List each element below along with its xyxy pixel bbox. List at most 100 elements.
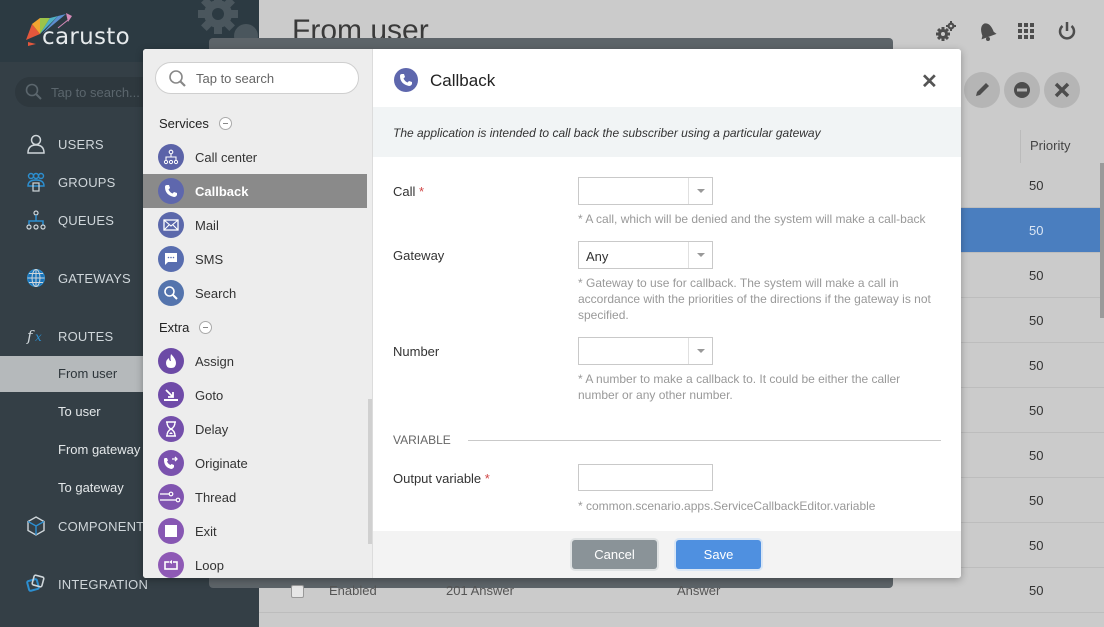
- number-hint: * A number to make a callback to. It cou…: [578, 372, 901, 402]
- row-priority: 50: [1029, 403, 1044, 418]
- integration-icon: [26, 574, 45, 592]
- palette-group-label: Services: [159, 116, 209, 131]
- chevron-down-icon[interactable]: [688, 178, 712, 204]
- gateway-select-value: Any: [586, 249, 609, 264]
- close-button[interactable]: ✕: [921, 69, 938, 94]
- row-name: 201 Answer: [446, 583, 514, 598]
- palette-item-label: Exit: [195, 524, 217, 539]
- palette-group-services[interactable]: Services: [159, 116, 232, 131]
- description-text: The application is intended to call back…: [393, 126, 821, 140]
- sidebar-subitem-label: From gateway: [58, 442, 141, 457]
- palette-search-placeholder: Tap to search: [196, 71, 275, 86]
- row-checkbox[interactable]: [291, 585, 304, 598]
- row-priority: 50: [1029, 358, 1044, 373]
- collapse-icon[interactable]: [199, 321, 213, 334]
- table-scrollbar[interactable]: [1100, 163, 1104, 318]
- variable-section-title: VARIABLE: [393, 433, 451, 447]
- call-field-label: Call *: [393, 184, 425, 199]
- palette-search-input[interactable]: Tap to search: [155, 62, 359, 94]
- apps-grid-icon[interactable]: [1017, 20, 1035, 42]
- gateway-hint: * Gateway to use for callback. The syste…: [578, 276, 931, 322]
- editor-footer: Cancel Save: [373, 531, 961, 578]
- row-priority: 50: [1029, 448, 1044, 463]
- save-button[interactable]: Save: [676, 540, 761, 569]
- sidebar-item-label: ROUTES: [58, 328, 114, 344]
- palette-item-assign[interactable]: Assign: [143, 344, 367, 378]
- palette-item-mail[interactable]: Mail: [143, 208, 367, 242]
- row-type: Answer: [677, 583, 721, 598]
- palette-item-call-center[interactable]: Call center: [143, 140, 367, 174]
- palette-item-goto[interactable]: Goto: [143, 378, 367, 412]
- power-icon[interactable]: [1056, 20, 1078, 42]
- phone-icon: [394, 68, 418, 92]
- output-variable-hint: * common.scenario.apps.ServiceCallbackEd…: [578, 499, 876, 513]
- chevron-down-icon[interactable]: [688, 242, 712, 268]
- palette-scrollbar[interactable]: [368, 399, 372, 544]
- disable-button[interactable]: [1004, 72, 1040, 108]
- number-select[interactable]: [578, 337, 713, 365]
- number-field-label: Number: [393, 344, 440, 359]
- palette-item-label: Search: [195, 286, 237, 301]
- gateway-field-label: Gateway: [393, 248, 445, 263]
- output-variable-input[interactable]: [578, 464, 713, 491]
- palette-item-label: Goto: [195, 388, 224, 403]
- row-status: Enabled: [329, 583, 377, 598]
- function-icon: fx: [26, 327, 42, 345]
- palette-item-label: Assign: [195, 354, 235, 369]
- row-priority: 50: [1029, 583, 1044, 598]
- palette-group-extra[interactable]: Extra: [159, 320, 213, 335]
- palette-item-exit[interactable]: Exit: [143, 514, 367, 548]
- palette-item-delay[interactable]: Delay: [143, 412, 367, 446]
- palette-item-loop[interactable]: Loop: [143, 548, 367, 578]
- hourglass-icon: [158, 416, 184, 442]
- palette-item-label: Callback: [195, 184, 249, 199]
- row-priority: 50: [1029, 223, 1044, 238]
- palette-item-label: Call center: [195, 150, 258, 165]
- palette-item-originate[interactable]: Originate: [143, 446, 367, 480]
- row-priority: 50: [1029, 493, 1044, 508]
- column-header-label: Priority: [1030, 138, 1071, 153]
- globe-icon: [27, 269, 45, 287]
- palette-item-label: Delay: [195, 422, 229, 437]
- call-hint: * A call, which will be denied and the s…: [578, 212, 926, 226]
- bell-icon[interactable]: [976, 20, 998, 42]
- call-center-icon: [158, 144, 184, 170]
- sidebar-search-placeholder: Tap to search...: [51, 85, 140, 100]
- sidebar-item-label: USERS: [58, 136, 104, 152]
- delete-button[interactable]: [1044, 72, 1080, 108]
- sidebar-subitem-label: To gateway: [58, 480, 124, 495]
- phone-icon: [158, 178, 184, 204]
- editor-description: The application is intended to call back…: [373, 107, 961, 157]
- palette-item-callback[interactable]: Callback: [143, 174, 367, 208]
- callback-editor-dialog: Tap to search Services Call center Callba…: [143, 49, 961, 578]
- palette-item-label: Loop: [195, 558, 224, 573]
- disable-icon: [1014, 82, 1030, 98]
- loop-icon: [158, 552, 184, 578]
- palette-item-sms[interactable]: SMS: [143, 242, 367, 276]
- editor-title: Callback: [430, 71, 496, 90]
- edit-icon: [976, 83, 989, 96]
- call-select[interactable]: [578, 177, 713, 205]
- sidebar-item-label: INTEGRATION: [58, 576, 149, 592]
- settings-icon[interactable]: [935, 20, 957, 42]
- chevron-down-icon[interactable]: [688, 338, 712, 364]
- sidebar-item-label: COMPONENTS: [58, 518, 154, 534]
- cancel-button[interactable]: Cancel: [572, 540, 657, 569]
- thread-icon: [158, 484, 184, 510]
- palette-item-search[interactable]: Search: [143, 276, 367, 310]
- cube-icon: [27, 516, 45, 536]
- edit-button[interactable]: [964, 72, 1000, 108]
- column-header-priority[interactable]: Priority: [1020, 130, 1104, 163]
- palette-group-label: Extra: [159, 320, 190, 335]
- palette-item-thread[interactable]: Thread: [143, 480, 367, 514]
- svg-text:x: x: [35, 330, 42, 344]
- search-icon: [169, 70, 186, 87]
- sidebar-item-label: GROUPS: [58, 174, 116, 190]
- flame-icon: [158, 348, 184, 374]
- search-icon: [158, 280, 184, 306]
- gateway-select[interactable]: Any: [578, 241, 713, 269]
- sidebar-item-label: GATEWAYS: [58, 270, 131, 286]
- row-priority: 50: [1029, 538, 1044, 553]
- collapse-icon[interactable]: [218, 117, 232, 130]
- component-palette: Tap to search Services Call center Callba…: [143, 49, 373, 578]
